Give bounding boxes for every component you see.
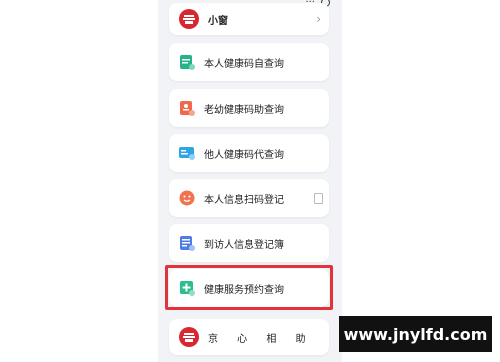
chevron-right-icon: › bbox=[316, 12, 321, 26]
menu-item-label: 本人健康码自查询 bbox=[204, 58, 284, 70]
beijing-emblem-icon bbox=[179, 327, 199, 347]
doc-person-icon bbox=[179, 100, 195, 116]
menu-item-label: 老幼健康码助查询 bbox=[204, 104, 284, 116]
jingxin-xiangzhu-label: 京 心 相 助 bbox=[208, 333, 314, 345]
jingxin-xiangzhu-card[interactable]: 京 心 相 助 bbox=[169, 319, 329, 355]
doc-check-icon bbox=[179, 54, 195, 70]
mini-window-card[interactable]: 小窗 › bbox=[169, 3, 329, 35]
watermark: www.jnylfd.com bbox=[339, 316, 492, 352]
id-card-icon bbox=[179, 145, 195, 161]
highlight-box bbox=[165, 265, 333, 310]
beijing-emblem-icon bbox=[179, 9, 199, 29]
menu-item-others-health-code[interactable]: 他人健康码代查询 bbox=[169, 134, 329, 172]
list-icon bbox=[179, 235, 195, 251]
menu-item-self-scan-register[interactable]: 本人信息扫码登记 bbox=[169, 179, 329, 217]
small-doc-icon bbox=[314, 192, 323, 204]
menu-item-label: 本人信息扫码登记 bbox=[204, 194, 284, 206]
menu-item-elderly-health-code[interactable]: 老幼健康码助查询 bbox=[169, 89, 329, 127]
mini-window-label: 小窗 bbox=[208, 15, 228, 27]
menu-item-label: 到访人信息登记簿 bbox=[204, 239, 284, 251]
smile-icon bbox=[179, 190, 195, 206]
menu-item-visitor-register[interactable]: 到访人信息登记簿 bbox=[169, 224, 329, 262]
menu-item-label: 他人健康码代查询 bbox=[204, 149, 284, 161]
menu-item-self-health-code[interactable]: 本人健康码自查询 bbox=[169, 43, 329, 81]
